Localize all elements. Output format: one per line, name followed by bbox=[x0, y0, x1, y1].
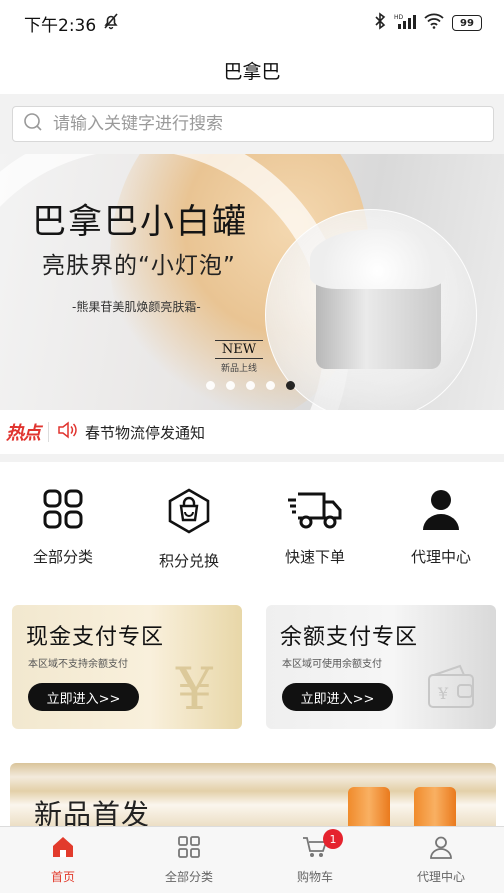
banner-product-name: -熊果苷美肌焕颜亮肤霜- bbox=[72, 300, 201, 314]
bluetooth-icon bbox=[374, 12, 386, 34]
tab-home[interactable]: 首页 bbox=[0, 827, 126, 893]
menu-item-agent-center[interactable]: 代理中心 bbox=[378, 462, 504, 586]
yuan-icon: ¥ bbox=[175, 657, 214, 717]
balance-payment-zone[interactable]: ¥ 余额支付专区 本区域可使用余额支付 立即进入>> bbox=[266, 605, 496, 729]
home-icon bbox=[51, 835, 75, 863]
search-icon bbox=[23, 112, 43, 136]
page-title: 巴拿巴 bbox=[223, 60, 281, 83]
enter-balance-zone-button[interactable]: 立即进入>> bbox=[282, 683, 393, 711]
carousel-dot[interactable] bbox=[226, 381, 235, 390]
tab-cart[interactable]: 1 购物车 bbox=[252, 827, 378, 893]
user-icon bbox=[421, 488, 461, 534]
search-input[interactable] bbox=[53, 114, 473, 134]
zone-title: 余额支付专区 bbox=[280, 625, 419, 650]
quick-menu: 全部分类 积分兑换 快速下单 代理中心 bbox=[0, 462, 504, 586]
carousel-dot[interactable] bbox=[246, 381, 255, 390]
svg-text:¥: ¥ bbox=[175, 657, 214, 717]
wifi-icon bbox=[424, 13, 444, 33]
enter-cash-zone-button[interactable]: 立即进入>> bbox=[28, 683, 139, 711]
tab-label: 代理中心 bbox=[416, 870, 465, 884]
grid-icon bbox=[177, 835, 201, 863]
status-time: 下午2:36 bbox=[24, 15, 97, 36]
payment-zones: ¥ 现金支付专区 本区域不支持余额支付 立即进入>> ¥ 余额支付专区 本区域可… bbox=[0, 586, 504, 748]
new-label: NEW bbox=[215, 341, 263, 359]
tab-label: 全部分类 bbox=[164, 870, 213, 884]
carousel-dot[interactable] bbox=[206, 381, 215, 390]
menu-item-label: 代理中心 bbox=[410, 548, 471, 566]
menu-item-all-categories[interactable]: 全部分类 bbox=[0, 462, 126, 586]
hot-label: 热点 bbox=[6, 423, 41, 444]
new-products-banner[interactable]: 新品首发 bbox=[10, 763, 496, 833]
svg-text:HD: HD bbox=[394, 14, 404, 21]
bottom-tab-bar: 首页 全部分类 1 购物车 代理中心 bbox=[0, 826, 504, 893]
news-ticker[interactable]: 热点 春节物流停发通知 bbox=[0, 410, 504, 454]
tab-label: 购物车 bbox=[296, 870, 333, 884]
carousel-dot-active[interactable] bbox=[286, 381, 295, 390]
carousel-indicator bbox=[206, 381, 295, 390]
user-icon bbox=[429, 835, 453, 863]
search-box[interactable] bbox=[12, 106, 494, 142]
new-badge: NEW 新品上线 bbox=[215, 340, 263, 374]
status-bar: 下午2:36 HD 99 bbox=[0, 0, 504, 46]
zone-desc: 本区域不支持余额支付 bbox=[28, 659, 128, 670]
ticker-notice[interactable]: 春节物流停发通知 bbox=[85, 422, 205, 443]
menu-item-points-exchange[interactable]: 积分兑换 bbox=[126, 462, 252, 586]
new-sublabel: 新品上线 bbox=[220, 364, 257, 374]
menu-item-label: 快速下单 bbox=[284, 548, 345, 566]
banner-title: 巴拿巴小白罐 bbox=[32, 202, 248, 242]
menu-item-quick-order[interactable]: 快速下单 bbox=[252, 462, 378, 586]
carousel-dot[interactable] bbox=[266, 381, 275, 390]
grid-icon bbox=[42, 488, 84, 534]
new-products-section: 新品首发 bbox=[0, 748, 504, 833]
battery-indicator: 99 bbox=[452, 15, 482, 31]
mute-bell-icon bbox=[102, 12, 120, 34]
tab-all-categories[interactable]: 全部分类 bbox=[126, 827, 252, 893]
speaker-icon bbox=[57, 420, 79, 444]
svg-text:¥: ¥ bbox=[437, 684, 449, 703]
signal-icon: HD bbox=[394, 13, 416, 33]
menu-item-label: 积分兑换 bbox=[158, 552, 219, 570]
cart-count-badge: 1 bbox=[323, 829, 343, 849]
zone-desc: 本区域可使用余额支付 bbox=[282, 659, 382, 670]
tab-label: 首页 bbox=[50, 870, 75, 884]
app-header: 巴拿巴 bbox=[0, 46, 504, 94]
menu-item-label: 全部分类 bbox=[32, 548, 93, 566]
wallet-icon: ¥ bbox=[428, 664, 474, 708]
banner-subtitle: 亮肤界的“小灯泡” bbox=[42, 253, 236, 279]
delivery-truck-icon bbox=[286, 488, 344, 534]
zone-title: 现金支付专区 bbox=[26, 625, 165, 650]
promo-banner[interactable]: 巴拿巴小白罐 亮肤界的“小灯泡” -熊果苷美肌焕颜亮肤霜- NEW 新品上线 bbox=[0, 154, 504, 410]
tab-agent-center[interactable]: 代理中心 bbox=[378, 827, 504, 893]
shopping-bag-icon bbox=[167, 488, 211, 538]
cash-payment-zone[interactable]: ¥ 现金支付专区 本区域不支持余额支付 立即进入>> bbox=[12, 605, 242, 729]
search-section bbox=[0, 94, 504, 154]
